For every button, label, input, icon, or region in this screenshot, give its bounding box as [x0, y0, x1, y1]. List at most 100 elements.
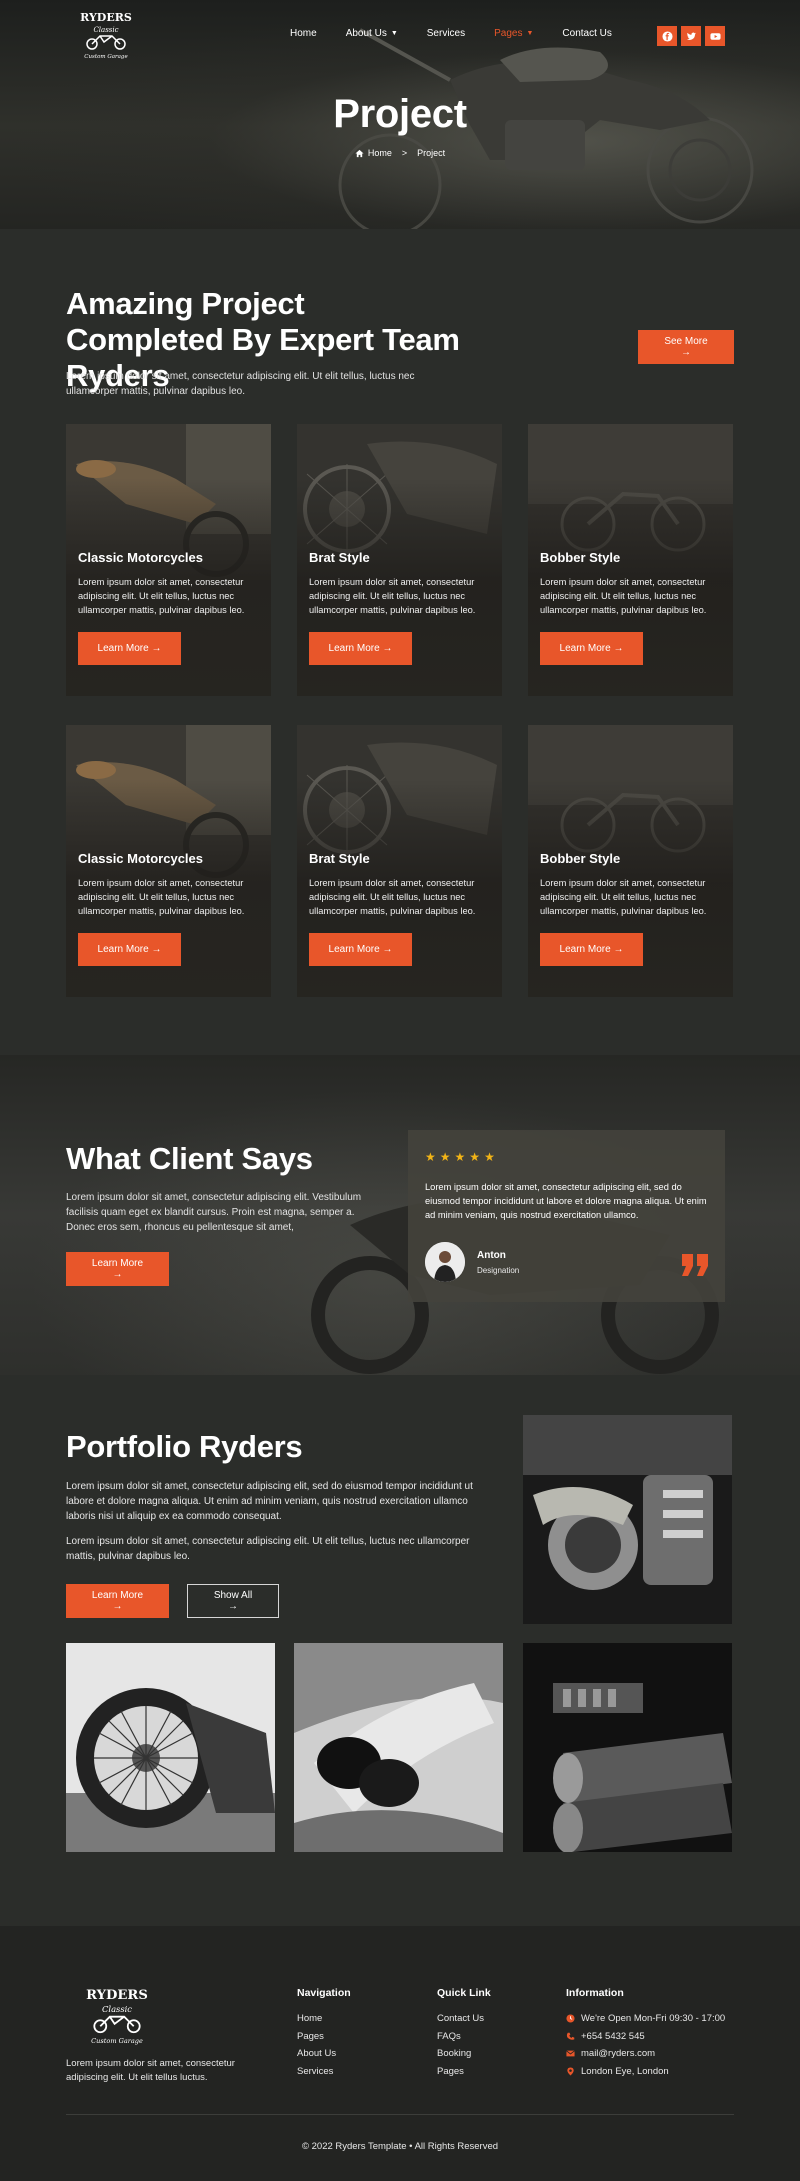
svg-text:Classic: Classic: [102, 2004, 132, 2014]
chevron-down-icon: ▼: [390, 30, 398, 37]
card-title: Classic Motorcycles: [78, 851, 204, 866]
testimonial-description: Lorem ipsum dolor sit amet, consectetur …: [66, 1192, 362, 1233]
portfolio-paragraph: Lorem ipsum dolor sit amet, consectetur …: [66, 1536, 470, 1562]
learn-more-button[interactable]: Learn More →: [78, 933, 181, 966]
footer-navigation: Navigation Home Pages About Us Services: [297, 1987, 351, 2083]
learn-more-button[interactable]: Learn More →: [309, 632, 412, 665]
footer-link[interactable]: About Us: [297, 2048, 351, 2059]
card-text: Lorem ipsum dolor sit amet, consectetur …: [309, 878, 476, 916]
footer-link[interactable]: FAQs: [437, 2031, 491, 2042]
page-title: Project: [333, 92, 467, 136]
star-icon: ★: [439, 1150, 451, 1164]
footer-description: Lorem ipsum dolor sit amet, consectetur …: [66, 2058, 235, 2083]
portfolio-image-engine[interactable]: [523, 1415, 732, 1624]
learn-more-button[interactable]: Learn More →: [540, 632, 643, 665]
portfolio-image-wheel[interactable]: [66, 1643, 275, 1852]
info-hours: We're Open Mon-Fri 09:30 - 17:00: [566, 2013, 725, 2024]
nav-contact-us[interactable]: Contact Us: [562, 28, 611, 39]
learn-more-button[interactable]: Learn More →: [540, 933, 643, 966]
card-title: Bobber Style: [540, 550, 621, 565]
portfolio-heading: Portfolio Ryders: [66, 1429, 303, 1464]
card-text: Lorem ipsum dolor sit amet, consectetur …: [78, 577, 245, 615]
nav-label: Services: [426, 28, 466, 39]
learn-more-button[interactable]: Learn More →: [309, 933, 412, 966]
card-title: Brat Style: [309, 550, 370, 565]
ryders-logo[interactable]: RYDERS Classic Custom Garage: [74, 1983, 160, 2048]
info-email[interactable]: mail@ryders.com: [566, 2048, 725, 2059]
info-text: +654 5432 545: [581, 2030, 645, 2042]
site-footer: RYDERS Classic Custom Garage Lorem ipsum…: [0, 1926, 800, 2181]
learn-more-button[interactable]: Learn More →: [78, 632, 181, 665]
hero-banner: RYDERS Classic Custom Garage Home About …: [0, 0, 800, 229]
testimonial-heading: What Client Says: [66, 1141, 313, 1176]
project-card-classic-motorcycles: Classic Motorcycles Lorem ipsum dolor si…: [66, 725, 271, 997]
learn-more-button[interactable]: Learn More →: [66, 1584, 169, 1618]
project-card-bobber-style: Bobber Style Lorem ipsum dolor sit amet,…: [528, 424, 733, 696]
info-text: We're Open Mon-Fri 09:30 - 17:00: [581, 2013, 726, 2024]
ryders-logo[interactable]: RYDERS Classic Custom Garage: [70, 8, 142, 62]
portfolio-image-exhaust[interactable]: [294, 1643, 503, 1852]
twitter-icon[interactable]: [681, 26, 701, 46]
project-card-classic-motorcycles: Classic Motorcycles Lorem ipsum dolor si…: [66, 424, 271, 696]
star-icon: ★: [454, 1150, 466, 1164]
footer-heading: Quick Link: [437, 1987, 491, 1999]
nav-label: Contact Us: [562, 28, 612, 39]
footer-link[interactable]: Contact Us: [437, 2013, 491, 2024]
phone-icon: [566, 2032, 575, 2041]
location-icon: [566, 2066, 575, 2076]
nav-about-us[interactable]: About Us ▼: [346, 28, 398, 39]
svg-text:Classic: Classic: [93, 26, 118, 34]
see-more-button[interactable]: See More →: [638, 330, 734, 364]
nav-label: Home: [290, 28, 317, 39]
learn-more-button[interactable]: Learn More →: [66, 1252, 169, 1286]
home-icon: [355, 149, 364, 157]
facebook-icon[interactable]: [657, 26, 677, 46]
nav-home[interactable]: Home: [290, 28, 317, 39]
portfolio-paragraph: Lorem ipsum dolor sit amet, consectetur …: [66, 1481, 473, 1522]
card-text: Lorem ipsum dolor sit amet, consectetur …: [540, 878, 707, 916]
projects-description: Lorem ipsum dolor sit amet, consectetur …: [66, 371, 415, 397]
chevron-down-icon: ▼: [526, 30, 534, 37]
mail-icon: [566, 2049, 575, 2058]
breadcrumb-home[interactable]: Home: [355, 148, 392, 158]
footer-link[interactable]: Services: [297, 2066, 351, 2077]
avatar: [425, 1242, 465, 1282]
info-phone[interactable]: +654 5432 545: [566, 2031, 725, 2042]
portfolio-section: Portfolio Ryders Lorem ipsum dolor sit a…: [0, 1375, 800, 1926]
footer-divider: [66, 2114, 734, 2115]
portfolio-image-muffler[interactable]: [523, 1643, 732, 1852]
footer-heading: Information: [566, 1987, 624, 1999]
info-location: London Eye, London: [566, 2066, 725, 2077]
project-card-brat-style: Brat Style Lorem ipsum dolor sit amet, c…: [297, 424, 502, 696]
breadcrumb-home-label: Home: [367, 148, 392, 158]
card-text: Lorem ipsum dolor sit amet, consectetur …: [309, 577, 476, 615]
star-icon: ★: [425, 1150, 436, 1164]
nav-label: Pages: [494, 28, 523, 39]
youtube-icon[interactable]: [705, 26, 725, 46]
svg-text:RYDERS: RYDERS: [86, 1988, 148, 2003]
author-role: Designation: [477, 1266, 520, 1275]
star-icon: ★: [484, 1150, 495, 1164]
footer-link[interactable]: Home: [297, 2013, 351, 2024]
social-links: [657, 26, 725, 46]
author-name: Anton: [477, 1250, 506, 1261]
project-card-bobber-style: Bobber Style Lorem ipsum dolor sit amet,…: [528, 725, 733, 997]
footer-link[interactable]: Booking: [437, 2048, 491, 2059]
nav-services[interactable]: Services: [427, 28, 465, 39]
main-navigation: Home About Us ▼ Services Pages ▼ Contact U…: [290, 28, 641, 39]
footer-link[interactable]: Pages: [297, 2031, 351, 2042]
nav-pages[interactable]: Pages ▼: [494, 28, 533, 39]
clock-icon: [566, 2014, 575, 2023]
footer-quick-links: Quick Link Contact Us FAQs Booking Pages: [437, 1987, 491, 2083]
show-all-button[interactable]: Show All →: [187, 1584, 279, 1618]
footer-link[interactable]: Pages: [437, 2066, 491, 2077]
svg-text:Custom Garage: Custom Garage: [84, 54, 128, 60]
card-text: Lorem ipsum dolor sit amet, consectetur …: [540, 577, 707, 615]
breadcrumb-separator: >: [401, 148, 408, 158]
testimonial-section: What Client Says Lorem ipsum dolor sit a…: [0, 1055, 800, 1375]
testimonial-quote: Lorem ipsum dolor sit amet, consectetur …: [425, 1182, 707, 1220]
card-title: Brat Style: [309, 851, 370, 866]
breadcrumb-current: Project: [417, 148, 446, 158]
nav-label: About Us: [345, 28, 387, 39]
svg-text:RYDERS: RYDERS: [80, 11, 132, 24]
